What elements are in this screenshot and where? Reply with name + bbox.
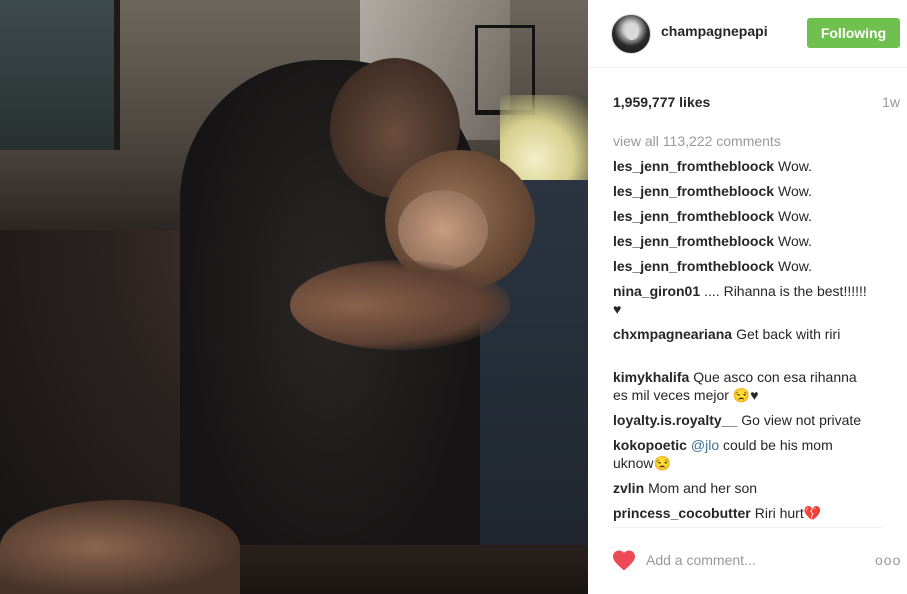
photo-hands (290, 260, 510, 350)
comment-item: princess_cocobutter Riri hurt💔 (613, 504, 875, 522)
photo-window (0, 0, 120, 150)
post-header: champagnepapi Following (588, 0, 907, 68)
footer-divider (613, 527, 882, 528)
comment-item: zvlin Mom and her son (613, 479, 875, 497)
comment-text: Get back with riri (736, 326, 841, 342)
comment-item: nina_giron01.... Rihanna is the best!!!!… (613, 282, 875, 318)
comment-username[interactable]: zvlin (613, 480, 644, 496)
comment-text: Wow. (778, 208, 813, 224)
post-author-username[interactable]: champagnepapi (661, 23, 768, 39)
comment-item: les_jenn_fromthebloock Wow. (613, 257, 875, 275)
comment-username[interactable]: nina_giron01 (613, 283, 700, 299)
comment-username[interactable]: chxmpagneariana (613, 326, 732, 342)
photo-woman-face (398, 190, 488, 270)
photo-legs (0, 500, 240, 594)
add-comment-input[interactable] (646, 550, 846, 570)
post-details-panel: champagnepapi Following 1,959,777 likes … (588, 0, 907, 594)
post-photo[interactable] (0, 0, 588, 594)
comment-username[interactable]: kimykhalifa (613, 369, 689, 385)
comment-text: Wow. (778, 258, 813, 274)
post-timestamp[interactable]: 1w (882, 94, 900, 110)
comment-text: Wow. (778, 158, 813, 174)
heart-icon[interactable] (612, 549, 636, 571)
comment-item: les_jenn_fromthebloock Wow. (613, 157, 875, 175)
comment-username[interactable]: loyalty.is.royalty__ (613, 412, 737, 428)
comment-username[interactable]: les_jenn_fromthebloock (613, 208, 774, 224)
comment-item: kokopoetic @jlo could be his mom uknow😒 (613, 436, 875, 472)
comment-text: Go view not private (741, 412, 862, 428)
comment-username[interactable]: kokopoetic (613, 437, 687, 453)
comment-text: Riri hurt💔 (754, 505, 822, 521)
comment-username[interactable]: les_jenn_fromthebloock (613, 258, 774, 274)
comment-item: loyalty.is.royalty__ Go view not private (613, 411, 875, 429)
view-all-comments-link[interactable]: view all 113,222 comments (613, 132, 875, 150)
comment-item: chxmpagneariana Get back with riri (613, 325, 875, 343)
comment-item: les_jenn_fromthebloock Wow. (613, 182, 875, 200)
avatar[interactable] (611, 14, 651, 54)
like-count[interactable]: 1,959,777 likes (613, 94, 710, 110)
comment-list: view all 113,222 comments les_jenn_fromt… (613, 132, 875, 529)
comment-username[interactable]: les_jenn_fromthebloock (613, 158, 774, 174)
comment-item: kimykhalifa Que asco con esa rihanna es m… (613, 368, 875, 404)
following-button[interactable]: Following (807, 18, 900, 48)
avatar-face (625, 23, 639, 40)
comment-item: les_jenn_fromthebloock Wow. (613, 232, 875, 250)
more-options-icon[interactable]: ooo (875, 550, 901, 570)
comment-username[interactable]: princess_cocobutter (613, 505, 751, 521)
post-footer: ooo (588, 540, 907, 580)
comment-text: Wow. (778, 233, 813, 249)
comment-username[interactable]: les_jenn_fromthebloock (613, 233, 774, 249)
comment-username[interactable]: les_jenn_fromthebloock (613, 183, 774, 199)
comment-mention[interactable]: @jlo (691, 437, 719, 453)
comment-item: les_jenn_fromthebloock Wow. (613, 207, 875, 225)
comment-text: Mom and her son (648, 480, 758, 496)
comment-text: Wow. (778, 183, 813, 199)
